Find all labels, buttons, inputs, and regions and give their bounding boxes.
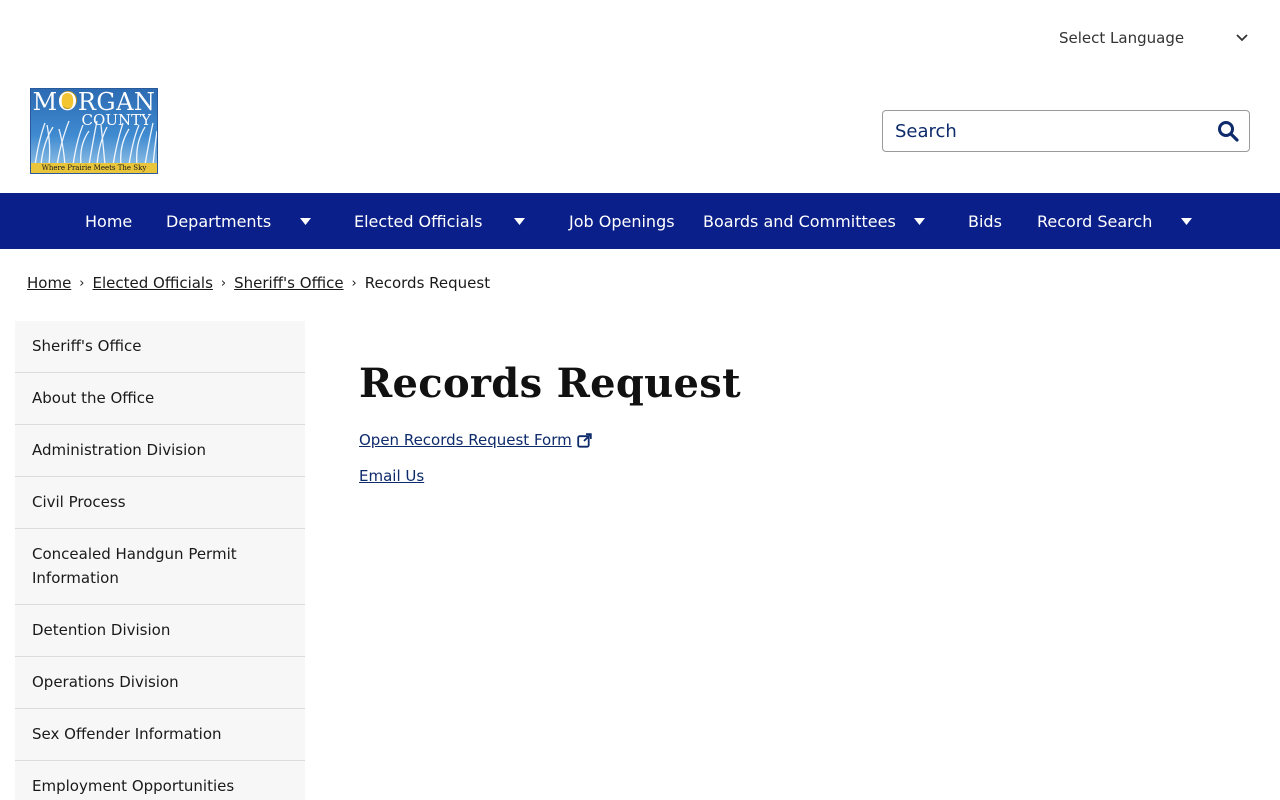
nav-item-home[interactable]: Home bbox=[85, 193, 132, 249]
caret-down-icon[interactable] bbox=[514, 193, 525, 249]
chevron-right-icon: › bbox=[220, 275, 227, 291]
sidebar-item-detention-division[interactable]: Detention Division bbox=[15, 605, 305, 657]
breadcrumb-link-sheriffs-office[interactable]: Sheriff's Office bbox=[234, 274, 343, 292]
sidebar-item-concealed-handgun-permit[interactable]: Concealed Handgun Permit Information bbox=[15, 529, 305, 605]
email-us-link[interactable]: Email Us bbox=[359, 467, 424, 485]
chevron-right-icon: › bbox=[351, 275, 357, 291]
sidebar-item-about-the-office[interactable]: About the Office bbox=[15, 373, 305, 425]
sidebar-item-administration-division[interactable]: Administration Division bbox=[15, 425, 305, 477]
search-icon[interactable] bbox=[1215, 118, 1241, 144]
sidebar: Sheriff's Office About the Office Admini… bbox=[15, 321, 305, 800]
nav-item-job-openings[interactable]: Job Openings bbox=[569, 193, 675, 249]
logo-tagline: Where Prairie Meets The Sky bbox=[31, 163, 157, 173]
language-select-label: Select Language bbox=[1059, 29, 1185, 47]
sidebar-item-civil-process[interactable]: Civil Process bbox=[15, 477, 305, 529]
nav-item-bids[interactable]: Bids bbox=[968, 193, 1002, 249]
search-input[interactable] bbox=[895, 120, 1215, 142]
caret-down-icon[interactable] bbox=[1181, 193, 1192, 249]
county-logo[interactable]: MORGAN COUNTY Where Prairie Meets The Sk… bbox=[30, 88, 158, 174]
breadcrumb-link-elected-officials[interactable]: Elected Officials bbox=[93, 274, 213, 292]
open-records-request-form-link[interactable]: Open Records Request Form bbox=[359, 431, 592, 449]
page-title: Records Request bbox=[359, 360, 741, 407]
nav-item-boards-and-committees[interactable]: Boards and Committees bbox=[703, 193, 896, 249]
caret-down-icon[interactable] bbox=[300, 193, 311, 249]
prairie-grass-icon bbox=[34, 120, 157, 165]
sidebar-item-sheriffs-office[interactable]: Sheriff's Office bbox=[15, 321, 305, 373]
sidebar-item-operations-division[interactable]: Operations Division bbox=[15, 657, 305, 709]
chevron-right-icon: › bbox=[79, 275, 85, 291]
sidebar-item-employment-opportunities[interactable]: Employment Opportunities bbox=[15, 761, 305, 800]
nav-item-record-search[interactable]: Record Search bbox=[1037, 193, 1152, 249]
search-box bbox=[882, 110, 1250, 152]
breadcrumb: Home › Elected Officials › Sheriff's Off… bbox=[27, 274, 490, 292]
breadcrumb-link-home[interactable]: Home bbox=[27, 274, 71, 292]
nav-item-departments[interactable]: Departments bbox=[166, 193, 271, 249]
nav-item-elected-officials[interactable]: Elected Officials bbox=[354, 193, 482, 249]
chevron-down-icon bbox=[1236, 31, 1248, 45]
breadcrumb-current: Records Request bbox=[364, 274, 491, 292]
main-nav: Home Departments Elected Officials Job O… bbox=[0, 193, 1280, 249]
caret-down-icon[interactable] bbox=[914, 193, 925, 249]
external-link-icon bbox=[577, 432, 592, 448]
language-select[interactable]: Select Language bbox=[1048, 24, 1258, 52]
open-records-request-form-label: Open Records Request Form bbox=[359, 431, 572, 449]
sidebar-item-sex-offender-information[interactable]: Sex Offender Information bbox=[15, 709, 305, 761]
